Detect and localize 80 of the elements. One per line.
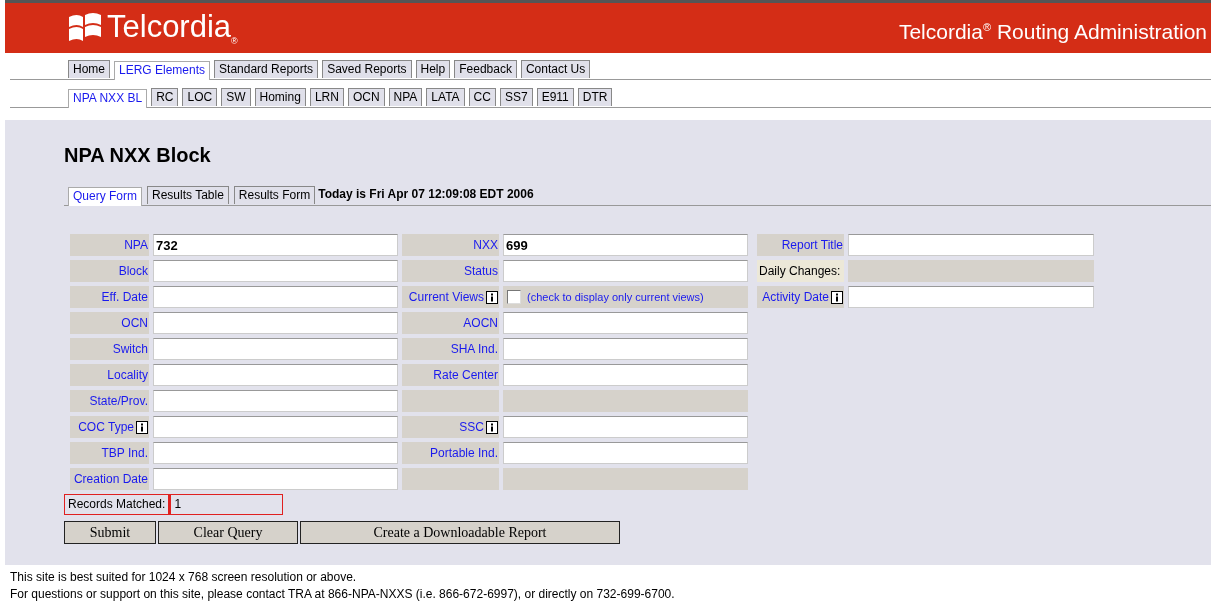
sub-tab[interactable]: NPA NXX BL [68, 89, 148, 108]
field-label: Report Title [781, 238, 843, 252]
nav-tab[interactable]: Contact Us [520, 60, 591, 78]
date-text: Today is Fri Apr 07 12:09:08 EDT 2006 [318, 187, 534, 201]
nav-tab[interactable]: Home [68, 60, 110, 78]
input-field[interactable] [153, 260, 398, 282]
input-field[interactable] [503, 442, 748, 464]
nav-tab[interactable]: Help [415, 60, 451, 78]
input-field[interactable] [503, 338, 748, 360]
records-label: Records Matched: [64, 494, 170, 515]
field-label: Portable Ind. [429, 446, 498, 460]
input-field[interactable] [153, 338, 398, 360]
input-field[interactable]: 732 [153, 234, 398, 256]
records-count: 1 [169, 494, 284, 515]
field-label: Activity Date [762, 290, 829, 304]
input-field[interactable] [503, 260, 748, 282]
field-label: Eff. Date [101, 290, 148, 304]
sub-tab[interactable]: NPA [388, 88, 423, 106]
nav-tab[interactable]: Saved Reports [322, 60, 412, 78]
field-label: Status [463, 264, 498, 278]
input-field[interactable] [153, 468, 398, 490]
field-label: Creation Date [73, 472, 148, 486]
field-label: COC Type [78, 420, 134, 434]
sub-tab[interactable]: RC [151, 88, 179, 106]
field-label: Rate Center [433, 368, 498, 382]
footer-text: This site is best suited for 1024 x 768 screen resolution or above. [10, 569, 358, 586]
input-field[interactable] [153, 364, 398, 386]
input-field[interactable]: 699 [503, 234, 748, 256]
sub-tab[interactable]: OCN [347, 88, 385, 106]
sub-tab[interactable]: LATA [426, 88, 465, 106]
checkbox-hint: (check to display only current views) [527, 291, 704, 303]
info-icon[interactable] [486, 290, 498, 304]
info-icon[interactable] [486, 420, 498, 434]
sub-tab[interactable]: LRN [309, 88, 344, 106]
form-tab[interactable]: Results Table [147, 186, 229, 204]
checkbox[interactable] [507, 290, 521, 304]
field-label: Locality [107, 368, 148, 382]
form-button[interactable]: Clear Query [158, 521, 298, 544]
sub-tab[interactable]: SW [221, 88, 251, 106]
field-label: NXX [473, 238, 498, 252]
input-field[interactable] [503, 416, 748, 438]
info-icon[interactable] [831, 290, 843, 304]
sub-tab[interactable]: SS7 [499, 88, 533, 106]
nav-tab[interactable]: Feedback [454, 60, 517, 78]
field-label: Current Views [408, 290, 484, 304]
form-button[interactable]: Create a Downloadable Report [300, 521, 620, 544]
sub-tab[interactable]: E911 [536, 88, 574, 106]
field-label: Switch [112, 342, 148, 356]
sub-tab[interactable]: DTR [577, 88, 613, 106]
sub-tab[interactable]: Homing [254, 88, 306, 106]
input-field[interactable] [153, 286, 398, 308]
form-button[interactable]: Submit [64, 521, 156, 544]
footer-text: For questions or support on this site, please contact TRA at 866-NPA-NXXS (i.e. 866-672-6997), or directly on 732-699-6700. [10, 586, 676, 603]
field-label: AOCN [463, 316, 498, 330]
input-field[interactable] [153, 312, 398, 334]
input-field[interactable] [153, 442, 398, 464]
nav-tab[interactable]: LERG Elements [114, 61, 211, 80]
field-label: Daily Changes: [759, 264, 841, 278]
form-tab[interactable]: Query Form [68, 187, 142, 206]
field-label: Block [118, 264, 148, 278]
field-label: SHA Ind. [450, 342, 498, 356]
input-field[interactable] [848, 234, 1094, 256]
field-label: OCN [121, 316, 148, 330]
nav-tab[interactable]: Standard Reports [214, 60, 319, 78]
input-field[interactable] [503, 312, 748, 334]
site-title: Telcordia$^{®}$ Routing Administration [898, 20, 1207, 44]
logo-text: Telcordia$_{®}$ [107, 9, 238, 47]
input-field[interactable] [503, 364, 748, 386]
input-field[interactable] [153, 390, 398, 412]
info-icon[interactable] [136, 420, 148, 434]
sub-tab[interactable]: CC [468, 88, 496, 106]
field-label: TBP Ind. [101, 446, 148, 460]
input-field[interactable] [153, 416, 398, 438]
field-label: NPA [124, 238, 148, 252]
field-label: SSC [459, 420, 484, 434]
sub-tab[interactable]: LOC [182, 88, 218, 106]
page-heading: NPA NXX Block [64, 144, 212, 167]
form-tab[interactable]: Results Form [233, 186, 316, 204]
field-label: State/Prov. [89, 394, 148, 408]
input-field[interactable] [848, 286, 1094, 308]
